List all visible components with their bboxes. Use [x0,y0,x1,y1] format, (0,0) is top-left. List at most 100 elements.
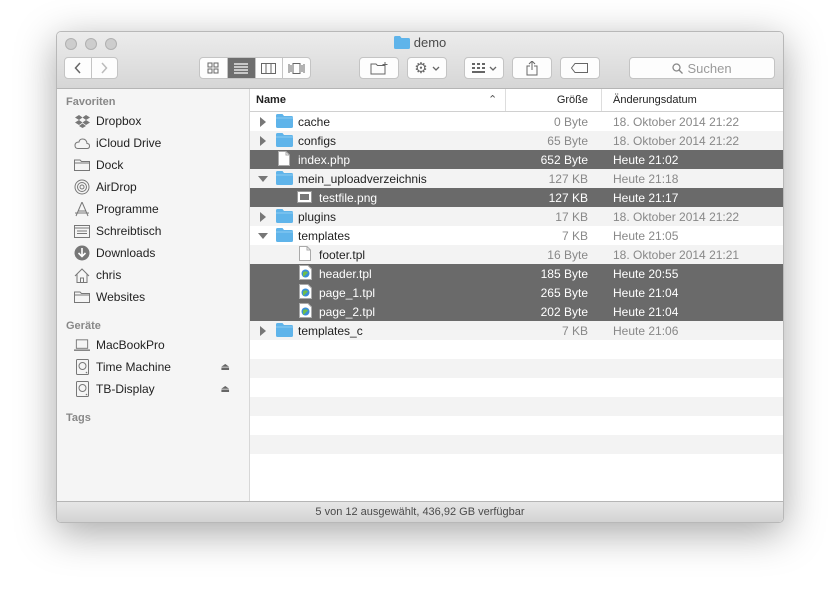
table-row[interactable]: index.php 652 Byte Heute 21:02 [250,150,783,169]
sidebar-item-label: Websites [96,290,146,304]
image-file-icon [297,191,314,205]
sidebar-item-tb-display[interactable]: TB-Display ⏏ [74,379,244,399]
gear-icon: ⚙ [414,60,428,77]
file-size: 0 Byte [553,115,588,129]
sidebar-item-chris[interactable]: chris [74,265,244,285]
chevron-down-icon [489,66,496,71]
document-icon [278,151,295,166]
file-size: 652 Byte [540,153,588,167]
back-button[interactable] [65,58,92,78]
chevron-right-icon [101,62,108,74]
table-row[interactable]: header.tpl 185 Byte Heute 20:55 [250,264,783,283]
window-title: demo [57,35,783,50]
file-rows: cache 0 Byte 18. Oktober 2014 21:22 configs… [250,112,783,473]
search-icon [672,62,684,74]
new-folder-button[interactable] [359,57,399,79]
table-row[interactable]: page_2.tpl 202 Byte Heute 21:04 [250,302,783,321]
file-name: mein_uploadverzeichnis [298,172,427,186]
disclosure-closed-icon[interactable] [258,211,268,225]
forward-button[interactable] [92,58,118,78]
date-column-header[interactable]: Änderungsdatum [613,94,697,106]
airdrop-icon [74,179,90,195]
column-view-button[interactable] [256,58,284,78]
file-date: Heute 21:18 [613,172,679,186]
table-row[interactable]: configs 65 Byte 18. Oktober 2014 21:22 [250,131,783,150]
back-forward-buttons [64,57,118,79]
disclosure-open-icon[interactable] [258,173,268,187]
table-row [250,340,783,359]
search-placeholder: Suchen [687,60,732,76]
search-field[interactable]: Suchen [629,57,775,79]
table-row[interactable]: cache 0 Byte 18. Oktober 2014 21:22 [250,112,783,131]
table-row [250,378,783,397]
disclosure-closed-icon[interactable] [258,135,268,149]
table-row[interactable]: page_1.tpl 265 Byte Heute 21:04 [250,283,783,302]
file-date: 18. Oktober 2014 21:22 [613,210,740,224]
arrange-menu-button[interactable] [464,57,504,79]
file-size: 202 Byte [540,305,588,319]
file-name: templates [298,229,351,243]
file-name: plugins [298,210,337,224]
home-icon [74,267,90,283]
table-row[interactable]: templates 7 KB Heute 21:05 [250,226,783,245]
titlebar: demo ⚙ Suchen [57,32,783,89]
file-date: Heute 21:17 [613,191,679,205]
eject-icon[interactable]: ⏏ [221,384,230,395]
file-date: 18. Oktober 2014 21:22 [613,134,740,148]
chevron-down-icon [432,66,440,71]
grid-icon [207,62,219,74]
table-row[interactable]: testfile.png 127 KB Heute 21:17 [250,188,783,207]
sidebar-item-programme[interactable]: Programme [74,199,244,219]
table-row [250,397,783,416]
chevron-left-icon [74,62,81,74]
sidebar-item-time-machine[interactable]: Time Machine ⏏ [74,357,244,377]
table-row[interactable]: plugins 17 KB 18. Oktober 2014 21:22 [250,207,783,226]
table-row[interactable]: templates_c 7 KB Heute 21:06 [250,321,783,340]
tags-button[interactable] [560,57,600,79]
dropbox-icon [74,113,90,129]
action-menu-button[interactable]: ⚙ [407,57,447,79]
folder-icon [276,323,293,337]
sidebar-item-websites[interactable]: Websites [74,287,244,307]
folder-icon [276,114,293,128]
eject-icon[interactable]: ⏏ [221,362,230,373]
table-row [250,454,783,473]
template-file-icon [299,265,316,280]
folder-icon [276,209,293,223]
file-date: Heute 21:05 [613,229,679,243]
desktop-icon [74,223,90,239]
sidebar-item-airdrop[interactable]: AirDrop [74,177,244,197]
applications-icon [74,201,90,217]
share-button[interactable] [512,57,552,79]
table-row[interactable]: footer.tpl 16 Byte 18. Oktober 2014 21:21 [250,245,783,264]
disclosure-open-icon[interactable] [258,230,268,244]
coverflow-view-button[interactable] [283,58,310,78]
list-view-button[interactable] [227,58,256,78]
sidebar-item-schreibtisch[interactable]: Schreibtisch [74,221,244,241]
table-row[interactable]: mein_uploadverzeichnis 127 KB Heute 21:18 [250,169,783,188]
disk-icon [74,381,90,397]
disclosure-closed-icon[interactable] [258,116,268,130]
table-row [250,359,783,378]
sidebar-item-downloads[interactable]: Downloads [74,243,244,263]
column-header: Name ⌃ Größe Änderungsdatum [250,89,783,112]
sidebar-item-label: AirDrop [96,180,137,194]
sidebar-item-macbookpro[interactable]: MacBookPro [74,335,244,355]
sidebar-item-icloud-drive[interactable]: iCloud Drive [74,133,244,153]
file-size: 65 Byte [547,134,588,148]
disclosure-closed-icon[interactable] [258,325,268,339]
icon-view-button[interactable] [200,58,228,78]
finder-window: demo ⚙ Suchen Favoriten Dropbox iCloud Dr… [56,31,784,523]
sort-ascending-icon: ⌃ [488,94,498,106]
file-size: 7 KB [561,229,588,243]
file-name: page_1.tpl [319,286,376,300]
sidebar-item-dropbox[interactable]: Dropbox [74,111,244,131]
file-name: index.php [298,153,351,167]
coverflow-icon [288,62,305,74]
tag-icon [571,63,588,73]
sidebar-item-dock[interactable]: Dock [74,155,244,175]
sidebar-item-label: Programme [96,202,159,216]
document-icon [299,246,316,261]
name-column-header[interactable]: Name [256,94,286,106]
size-column-header[interactable]: Größe [557,94,588,106]
